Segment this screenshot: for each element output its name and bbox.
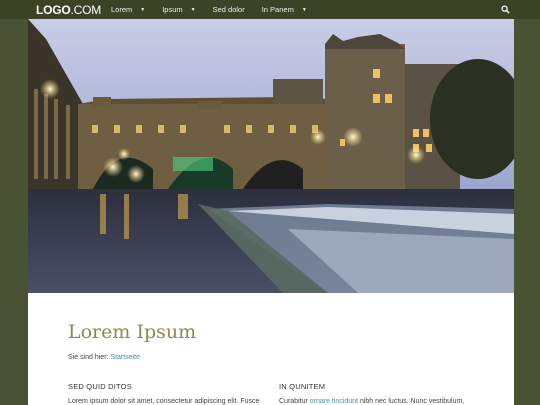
column-text-right: Curabitur ornare tincidunt nibh nec luct… <box>279 398 464 405</box>
logo-bold: LOGO <box>36 3 71 17</box>
nav-item-label: Lorem <box>111 5 133 14</box>
nav-item-ipsum[interactable]: Ipsum ▼ <box>162 5 195 14</box>
page-title: Lorem Ipsum <box>68 321 197 343</box>
main-nav: Lorem ▼ Ipsum ▼ Sed dolor In Panem ▼ <box>111 0 324 19</box>
text-after-link: nibh nec luctus. Nunc vestibulum, <box>359 398 465 405</box>
search-icon[interactable] <box>501 5 510 14</box>
column-heading-left: SED QUID DITOS <box>68 382 132 391</box>
nav-item-label: In Panem <box>261 5 294 14</box>
nav-item-lorem[interactable]: Lorem ▼ <box>111 5 145 14</box>
breadcrumb-link-home[interactable]: Startseite <box>110 354 140 361</box>
caret-down-icon: ▼ <box>190 6 196 13</box>
nav-item-in-panem[interactable]: In Panem ▼ <box>262 5 307 14</box>
logo-suffix: .COM <box>70 3 102 17</box>
breadcrumb: Sie sind hier: Startseite <box>68 354 140 361</box>
nav-item-label: Sed dolor <box>212 5 245 14</box>
text-before-link: Curabitur <box>279 398 308 405</box>
caret-down-icon: ▼ <box>140 6 146 13</box>
nav-item-label: Ipsum <box>162 5 183 14</box>
column-text-left: Lorem ipsum dolor sit amet, consectetur … <box>68 398 260 405</box>
breadcrumb-prefix: Sie sind hier: <box>68 354 109 361</box>
site-logo[interactable]: LOGO.COM <box>36 3 101 17</box>
hero-image <box>28 19 514 293</box>
column-heading-right: IN QUNITEM <box>279 382 326 391</box>
top-navigation-bar: LOGO.COM Lorem ▼ Ipsum ▼ Sed dolor In Pa… <box>0 0 540 19</box>
content-panel: Lorem Ipsum Sie sind hier: Startseite SE… <box>28 293 514 405</box>
caret-down-icon: ▼ <box>301 6 307 13</box>
inline-link[interactable]: ornare tincidunt <box>310 398 358 405</box>
nav-item-sed-dolor[interactable]: Sed dolor <box>213 5 245 14</box>
bridge-photo <box>28 19 514 293</box>
